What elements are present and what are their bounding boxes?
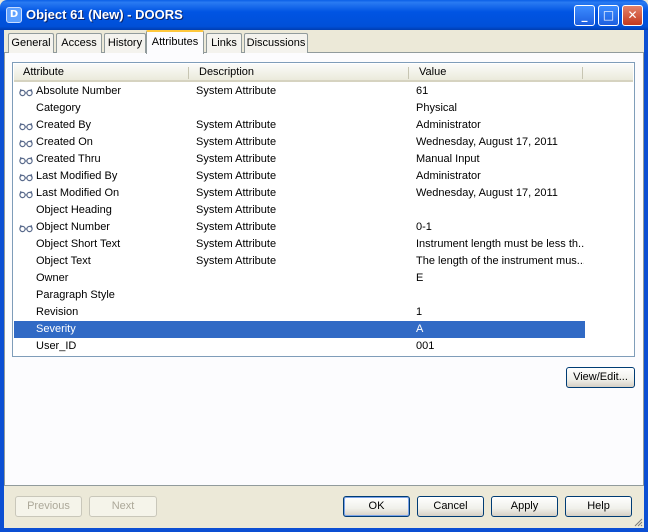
attribute-value-cell: 1: [416, 306, 423, 318]
attribute-description-cell: System Attribute: [196, 204, 277, 216]
attribute-name-cell: Created By: [36, 119, 92, 131]
attribute-value-cell: Physical: [416, 102, 457, 114]
column-header-attribute[interactable]: Attribute: [14, 64, 188, 81]
glasses-icon: [19, 122, 33, 131]
glasses-icon: [19, 156, 33, 165]
doors-app-icon[interactable]: D: [6, 7, 22, 23]
title-bar[interactable]: D Object 61 (New) - DOORS _ □ ✕: [0, 0, 648, 30]
attribute-name-cell: Paragraph Style: [36, 289, 115, 301]
glasses-icon: [19, 88, 33, 97]
tab-access[interactable]: Access: [56, 33, 102, 53]
attribute-name-cell: Revision: [36, 306, 79, 318]
table-row[interactable]: Revision 1: [14, 304, 585, 321]
attribute-description-cell: System Attribute: [196, 187, 277, 199]
table-row[interactable]: Created Thru System Attribute Manual Input: [14, 151, 585, 168]
resize-grip-icon[interactable]: [633, 517, 643, 527]
attribute-description-cell: System Attribute: [196, 153, 277, 165]
attribute-value-cell: Manual Input: [416, 153, 480, 165]
attribute-name-cell: Object Number: [36, 221, 110, 233]
attribute-value-cell: 0-1: [416, 221, 432, 233]
tab-general[interactable]: General: [8, 33, 54, 53]
attribute-value-cell: The length of the instrument mus...: [416, 255, 584, 267]
window-frame-right: [644, 30, 648, 532]
attribute-description-cell: System Attribute: [196, 255, 277, 267]
attribute-value-cell: 61: [416, 85, 429, 97]
attribute-description-cell: System Attribute: [196, 136, 277, 148]
tab-history[interactable]: History: [104, 33, 146, 53]
list-header: Attribute Description Value: [14, 64, 633, 82]
attribute-description-cell: System Attribute: [196, 170, 277, 182]
table-row[interactable]: Object Short Text System Attribute Instrum…: [14, 236, 585, 253]
attribute-value-cell: Administrator: [416, 170, 481, 182]
glasses-icon: [19, 173, 33, 182]
table-row[interactable]: Created On System Attribute Wednesday, Aug…: [14, 134, 585, 151]
glasses-icon: [19, 190, 33, 199]
attribute-value-cell: Instrument length must be less th...: [416, 238, 584, 250]
maximize-button[interactable]: □: [598, 5, 619, 26]
tab-links[interactable]: Links: [206, 33, 242, 53]
table-row[interactable]: Last Modified By System Attribute Administ…: [14, 168, 585, 185]
view-edit-button[interactable]: View/Edit...: [566, 367, 635, 388]
close-button[interactable]: ✕: [622, 5, 643, 26]
table-row[interactable]: Paragraph Style: [14, 287, 585, 304]
tab-attributes[interactable]: Attributes: [146, 30, 204, 54]
table-row[interactable]: Last Modified On System Attribute Wednesda…: [14, 185, 585, 202]
attribute-value-cell: 001: [416, 340, 435, 352]
attribute-name-cell: Owner: [36, 272, 69, 284]
attribute-description-cell: System Attribute: [196, 238, 277, 250]
table-row[interactable]: User_ID 001: [14, 338, 585, 355]
attribute-name-cell: User_ID: [36, 340, 77, 352]
attribute-description-cell: System Attribute: [196, 221, 277, 233]
column-divider[interactable]: [188, 67, 189, 79]
table-row[interactable]: Object Heading System Attribute: [14, 202, 585, 219]
attribute-name-cell: Category: [36, 102, 81, 114]
glasses-icon: [19, 139, 33, 148]
attribute-value-cell: Wednesday, August 17, 2011: [416, 187, 558, 199]
attribute-value-cell: Administrator: [416, 119, 481, 131]
next-button[interactable]: Next: [89, 496, 157, 517]
attribute-name-cell: Object Heading: [36, 204, 112, 216]
table-row[interactable]: Absolute Number System Attribute 61: [14, 83, 585, 100]
column-divider[interactable]: [582, 67, 583, 79]
glasses-icon: [19, 224, 33, 233]
attribute-name-cell: Created Thru: [36, 153, 101, 165]
cancel-button[interactable]: Cancel: [417, 496, 484, 517]
attribute-name-cell: Absolute Number: [36, 85, 121, 97]
table-row[interactable]: Object Number System Attribute 0-1: [14, 219, 585, 236]
window-title: Object 61 (New) - DOORS: [26, 7, 183, 22]
ok-button[interactable]: OK: [343, 496, 410, 517]
table-row[interactable]: Object Text System Attribute The length of…: [14, 253, 585, 270]
table-row[interactable]: Owner E: [14, 270, 585, 287]
help-button[interactable]: Help: [565, 496, 632, 517]
attribute-description-cell: System Attribute: [196, 85, 277, 97]
attribute-value-cell: E: [416, 272, 424, 284]
attribute-name-cell: Created On: [36, 136, 93, 148]
column-header-value[interactable]: Value: [410, 64, 582, 81]
attribute-name-cell: Object Text: [36, 255, 91, 267]
tab-discussions[interactable]: Discussions: [244, 33, 308, 53]
table-row[interactable]: Created By System Attribute Administrator: [14, 117, 585, 134]
window-frame-bottom: [0, 528, 648, 532]
previous-button[interactable]: Previous: [15, 496, 82, 517]
minimize-button[interactable]: _: [574, 5, 595, 26]
attribute-name-cell: Severity: [36, 323, 76, 335]
attribute-name-cell: Object Short Text: [36, 238, 121, 250]
table-row[interactable]: Severity A: [14, 321, 585, 338]
column-divider[interactable]: [408, 67, 409, 79]
apply-button[interactable]: Apply: [491, 496, 558, 517]
column-header-description[interactable]: Description: [190, 64, 408, 81]
attribute-value-cell: Wednesday, August 17, 2011: [416, 136, 558, 148]
attributes-list[interactable]: Attribute Description Value Absolute Num…: [12, 62, 635, 357]
attribute-description-cell: System Attribute: [196, 119, 277, 131]
attribute-name-cell: Last Modified By: [36, 170, 118, 182]
attribute-value-cell: A: [416, 323, 424, 335]
table-row[interactable]: Category Physical: [14, 100, 585, 117]
attribute-name-cell: Last Modified On: [36, 187, 120, 199]
